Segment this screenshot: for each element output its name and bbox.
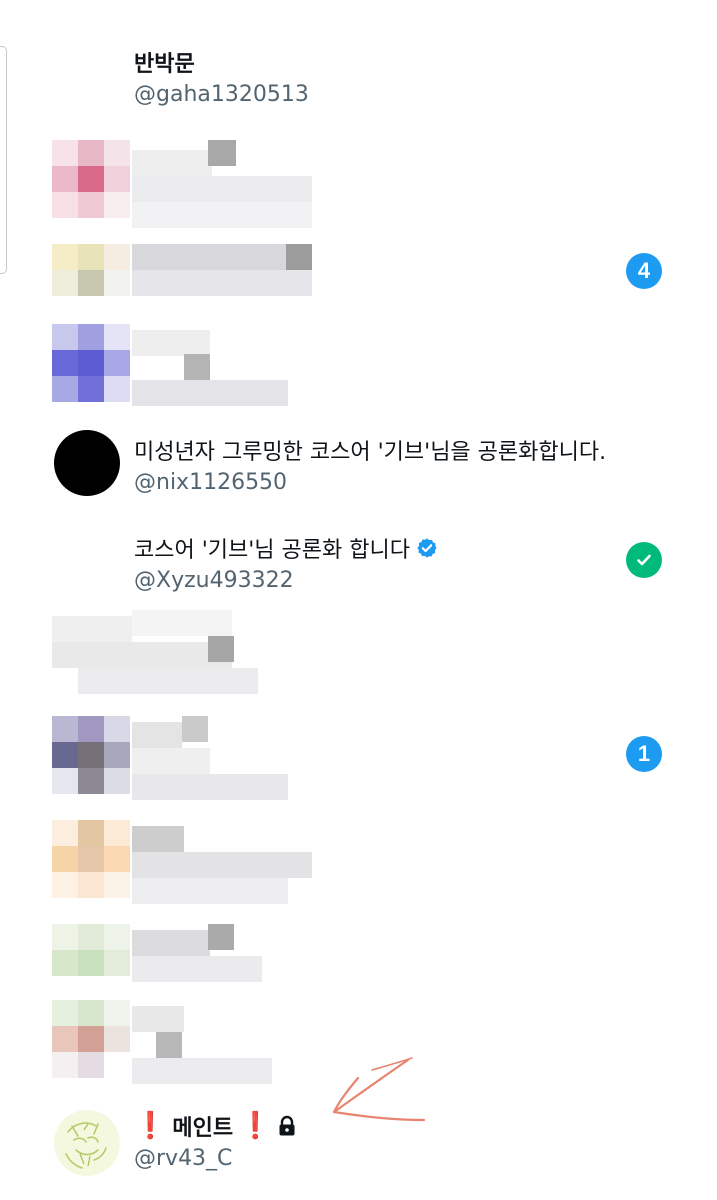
blurred-avatar: [52, 1000, 282, 1084]
check-icon: [626, 542, 662, 578]
account-handle: @rv43_C: [134, 1146, 233, 1171]
account-row-blurred[interactable]: [0, 604, 717, 694]
exclamation-icon: ❗: [239, 1111, 272, 1141]
unread-count-badge: 4: [626, 253, 662, 289]
account-row[interactable]: 미성년자 그루밍한 코스어 '기브'님을 공론화합니다. @nix1126550: [0, 430, 717, 510]
account-name: ❗ 메인트 ❗: [134, 1110, 297, 1142]
account-name-text: 메인트: [172, 1116, 234, 1141]
avatar: [54, 430, 120, 496]
account-name: 코스어 '기브'님 공론화 합니다: [134, 532, 438, 564]
account-row-blurred[interactable]: 1: [0, 710, 717, 800]
blurred-avatar: [52, 244, 342, 300]
account-handle: @gaha1320513: [134, 82, 309, 107]
blurred-avatar: [52, 820, 322, 904]
account-name: 미성년자 그루밍한 코스어 '기브'님을 공론화합니다.: [134, 440, 607, 465]
account-row[interactable]: 반박문 @gaha1320513: [0, 40, 717, 120]
verified-icon: [417, 538, 437, 558]
exclamation-icon: ❗: [134, 1111, 167, 1141]
account-row-blurred[interactable]: 4: [0, 236, 717, 306]
account-handle: @nix1126550: [134, 470, 288, 495]
account-name: 반박문: [134, 52, 195, 77]
unread-count-badge: 1: [626, 736, 662, 772]
account-row-blurred[interactable]: [0, 318, 717, 408]
account-name-text: 코스어 '기브'님 공론화 합니다: [134, 538, 410, 563]
arrow-annotation: [332, 1057, 426, 1122]
account-row[interactable]: 코스어 '기브'님 공론화 합니다 @Xyzu493322: [0, 528, 717, 598]
blurred-avatar: [52, 324, 312, 406]
blurred-avatar: [52, 140, 322, 228]
account-handle: @Xyzu493322: [134, 568, 294, 593]
blurred-avatar: [52, 610, 292, 694]
blurred-avatar: [52, 924, 282, 996]
blurred-avatar: [52, 716, 292, 800]
avatar: [54, 1110, 120, 1176]
account-row-blurred[interactable]: [0, 130, 717, 228]
lock-icon: [279, 1115, 295, 1136]
account-row-blurred[interactable]: [0, 814, 717, 904]
account-row-blurred[interactable]: [0, 918, 717, 998]
